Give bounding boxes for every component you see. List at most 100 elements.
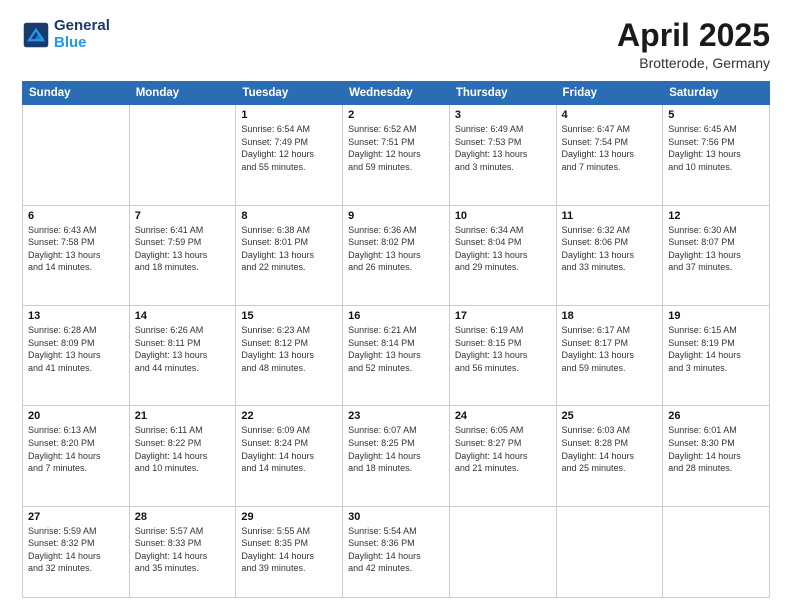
calendar-cell: 24 Sunrise: 6:05 AM Sunset: 8:27 PM Dayli… [449, 406, 556, 506]
day-info: Sunrise: 6:15 AM Sunset: 8:19 PM Dayligh… [668, 324, 764, 374]
day-number: 22 [241, 410, 337, 422]
header: GeneralBlue April 2025 Brotterode, Germa… [22, 18, 770, 71]
logo-text: GeneralBlue [54, 18, 110, 51]
day-number: 10 [455, 210, 551, 222]
day-number: 11 [562, 210, 658, 222]
day-info: Sunrise: 6:03 AM Sunset: 8:28 PM Dayligh… [562, 424, 658, 474]
calendar-week-row: 6 Sunrise: 6:43 AM Sunset: 7:58 PM Daylig… [23, 205, 770, 305]
day-info: Sunrise: 6:21 AM Sunset: 8:14 PM Dayligh… [348, 324, 444, 374]
weekday-header-wednesday: Wednesday [343, 82, 450, 105]
weekday-header-saturday: Saturday [663, 82, 770, 105]
calendar-week-row: 27 Sunrise: 5:59 AM Sunset: 8:32 PM Dayli… [23, 506, 770, 597]
day-number: 1 [241, 109, 337, 121]
day-info: Sunrise: 6:38 AM Sunset: 8:01 PM Dayligh… [241, 224, 337, 274]
day-number: 19 [668, 310, 764, 322]
calendar-cell: 14 Sunrise: 6:26 AM Sunset: 8:11 PM Dayli… [129, 305, 236, 405]
day-info: Sunrise: 6:26 AM Sunset: 8:11 PM Dayligh… [135, 324, 231, 374]
calendar-table: SundayMondayTuesdayWednesdayThursdayFrid… [22, 81, 770, 598]
day-number: 30 [348, 511, 444, 523]
calendar-cell: 26 Sunrise: 6:01 AM Sunset: 8:30 PM Dayli… [663, 406, 770, 506]
calendar-cell: 17Sunrise: 6:19 AM Sunset: 8:15 PM Dayli… [449, 305, 556, 405]
calendar-cell [129, 105, 236, 205]
day-info: Sunrise: 5:55 AM Sunset: 8:35 PM Dayligh… [241, 525, 337, 575]
day-info: Sunrise: 6:30 AM Sunset: 8:07 PM Dayligh… [668, 224, 764, 274]
calendar-cell: 20Sunrise: 6:13 AM Sunset: 8:20 PM Dayli… [23, 406, 130, 506]
calendar-cell: 30 Sunrise: 5:54 AM Sunset: 8:36 PM Dayli… [343, 506, 450, 597]
day-number: 25 [562, 410, 658, 422]
day-info: Sunrise: 6:07 AM Sunset: 8:25 PM Dayligh… [348, 424, 444, 474]
day-info: Sunrise: 6:13 AM Sunset: 8:20 PM Dayligh… [28, 424, 124, 474]
day-number: 27 [28, 511, 124, 523]
calendar-cell [556, 506, 663, 597]
title-block: April 2025 Brotterode, Germany [617, 18, 770, 71]
day-info: Sunrise: 6:52 AM Sunset: 7:51 PM Dayligh… [348, 123, 444, 173]
page: GeneralBlue April 2025 Brotterode, Germa… [0, 0, 792, 612]
day-number: 14 [135, 310, 231, 322]
weekday-header-friday: Friday [556, 82, 663, 105]
day-number: 5 [668, 109, 764, 121]
calendar-cell: 8 Sunrise: 6:38 AM Sunset: 8:01 PM Daylig… [236, 205, 343, 305]
calendar-cell: 18Sunrise: 6:17 AM Sunset: 8:17 PM Dayli… [556, 305, 663, 405]
calendar-cell: 25 Sunrise: 6:03 AM Sunset: 8:28 PM Dayli… [556, 406, 663, 506]
day-number: 3 [455, 109, 551, 121]
day-info: Sunrise: 6:17 AM Sunset: 8:17 PM Dayligh… [562, 324, 658, 374]
day-info: Sunrise: 6:11 AM Sunset: 8:22 PM Dayligh… [135, 424, 231, 474]
calendar-cell: 1Sunrise: 6:54 AM Sunset: 7:49 PM Daylig… [236, 105, 343, 205]
calendar-cell: 4 Sunrise: 6:47 AM Sunset: 7:54 PM Daylig… [556, 105, 663, 205]
day-info: Sunrise: 5:54 AM Sunset: 8:36 PM Dayligh… [348, 525, 444, 575]
day-number: 12 [668, 210, 764, 222]
day-info: Sunrise: 5:59 AM Sunset: 8:32 PM Dayligh… [28, 525, 124, 575]
day-info: Sunrise: 6:41 AM Sunset: 7:59 PM Dayligh… [135, 224, 231, 274]
location: Brotterode, Germany [617, 55, 770, 71]
calendar-cell [449, 506, 556, 597]
calendar-cell: 16 Sunrise: 6:21 AM Sunset: 8:14 PM Dayli… [343, 305, 450, 405]
calendar-cell: 15 Sunrise: 6:23 AM Sunset: 8:12 PM Dayli… [236, 305, 343, 405]
logo: GeneralBlue [22, 18, 110, 51]
day-info: Sunrise: 6:45 AM Sunset: 7:56 PM Dayligh… [668, 123, 764, 173]
calendar-week-row: 13Sunrise: 6:28 AM Sunset: 8:09 PM Dayli… [23, 305, 770, 405]
calendar-cell [663, 506, 770, 597]
day-number: 8 [241, 210, 337, 222]
calendar-cell: 6 Sunrise: 6:43 AM Sunset: 7:58 PM Daylig… [23, 205, 130, 305]
day-number: 15 [241, 310, 337, 322]
day-info: Sunrise: 6:05 AM Sunset: 8:27 PM Dayligh… [455, 424, 551, 474]
calendar-cell: 29 Sunrise: 5:55 AM Sunset: 8:35 PM Dayli… [236, 506, 343, 597]
day-number: 13 [28, 310, 124, 322]
day-number: 6 [28, 210, 124, 222]
day-info: Sunrise: 6:32 AM Sunset: 8:06 PM Dayligh… [562, 224, 658, 274]
day-number: 23 [348, 410, 444, 422]
calendar-cell: 12 Sunrise: 6:30 AM Sunset: 8:07 PM Dayli… [663, 205, 770, 305]
logo-icon [22, 21, 50, 49]
weekday-header-tuesday: Tuesday [236, 82, 343, 105]
day-number: 7 [135, 210, 231, 222]
calendar-cell: 23 Sunrise: 6:07 AM Sunset: 8:25 PM Dayli… [343, 406, 450, 506]
day-info: Sunrise: 6:43 AM Sunset: 7:58 PM Dayligh… [28, 224, 124, 274]
day-number: 9 [348, 210, 444, 222]
day-number: 24 [455, 410, 551, 422]
day-number: 21 [135, 410, 231, 422]
calendar-cell: 5 Sunrise: 6:45 AM Sunset: 7:56 PM Daylig… [663, 105, 770, 205]
day-number: 28 [135, 511, 231, 523]
calendar-cell: 28Sunrise: 5:57 AM Sunset: 8:33 PM Dayli… [129, 506, 236, 597]
day-number: 16 [348, 310, 444, 322]
day-info: Sunrise: 6:09 AM Sunset: 8:24 PM Dayligh… [241, 424, 337, 474]
calendar-cell: 19 Sunrise: 6:15 AM Sunset: 8:19 PM Dayli… [663, 305, 770, 405]
calendar-cell: 21 Sunrise: 6:11 AM Sunset: 8:22 PM Dayli… [129, 406, 236, 506]
calendar-cell: 10Sunrise: 6:34 AM Sunset: 8:04 PM Dayli… [449, 205, 556, 305]
calendar-week-row: 20Sunrise: 6:13 AM Sunset: 8:20 PM Dayli… [23, 406, 770, 506]
day-number: 4 [562, 109, 658, 121]
month-title: April 2025 [617, 18, 770, 53]
calendar-cell: 11 Sunrise: 6:32 AM Sunset: 8:06 PM Dayli… [556, 205, 663, 305]
calendar-cell: 22 Sunrise: 6:09 AM Sunset: 8:24 PM Dayli… [236, 406, 343, 506]
day-info: Sunrise: 6:01 AM Sunset: 8:30 PM Dayligh… [668, 424, 764, 474]
day-number: 29 [241, 511, 337, 523]
day-info: Sunrise: 6:23 AM Sunset: 8:12 PM Dayligh… [241, 324, 337, 374]
weekday-header-sunday: Sunday [23, 82, 130, 105]
day-info: Sunrise: 6:36 AM Sunset: 8:02 PM Dayligh… [348, 224, 444, 274]
calendar-cell: 13Sunrise: 6:28 AM Sunset: 8:09 PM Dayli… [23, 305, 130, 405]
calendar-cell [23, 105, 130, 205]
calendar-header-row: SundayMondayTuesdayWednesdayThursdayFrid… [23, 82, 770, 105]
day-number: 26 [668, 410, 764, 422]
day-info: Sunrise: 6:47 AM Sunset: 7:54 PM Dayligh… [562, 123, 658, 173]
weekday-header-monday: Monday [129, 82, 236, 105]
